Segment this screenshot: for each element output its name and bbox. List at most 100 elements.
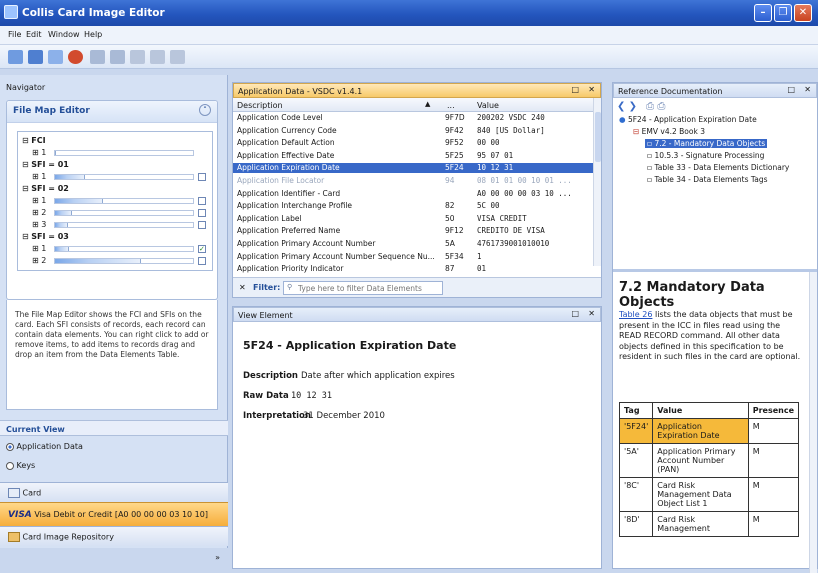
table-link[interactable]: Table 26: [619, 310, 652, 319]
table-row[interactable]: Application Label 50 VISA CREDIT: [233, 214, 595, 224]
table-row[interactable]: Application Default Action 9F52 00 00: [233, 138, 595, 148]
column-tag[interactable]: ...: [447, 101, 455, 110]
stop-icon[interactable]: [68, 50, 83, 64]
reference-tree-item[interactable]: ▫ 10.5.3 - Signature Processing: [645, 151, 766, 160]
table-row[interactable]: Application Preferred Name 9F12 CREDITO DE…: [233, 226, 595, 236]
tree-row[interactable]: ⊞ 1: [32, 196, 46, 205]
collapse-icon[interactable]: ˄: [199, 104, 211, 116]
radio-selected-icon[interactable]: [6, 442, 14, 451]
doc-scrollbar[interactable]: [809, 272, 817, 573]
minimize-button[interactable]: –: [754, 4, 772, 22]
reference-tree-item[interactable]: ▫ 7.2 - Mandatory Data Objects: [645, 139, 768, 148]
record-checkbox[interactable]: ✓: [198, 245, 206, 253]
tree-row[interactable]: ⊟ SFI = 01: [22, 160, 69, 169]
table-row[interactable]: Application Interchange Profile 82 5C 00: [233, 201, 595, 211]
reference-tree-label: Table 33 - Data Elements Dictionary: [654, 163, 790, 172]
section-label: Card: [22, 488, 42, 498]
sort-asc-icon[interactable]: ▲: [425, 100, 430, 108]
expand-icon[interactable]: ⊟: [22, 232, 31, 241]
reference-tree-item[interactable]: ▫ Table 33 - Data Elements Dictionary: [645, 163, 791, 172]
edit-icon[interactable]: [48, 50, 63, 64]
maximize-button[interactable]: ❐: [774, 4, 792, 22]
expand-icon[interactable]: ⊟: [22, 136, 31, 145]
table-row[interactable]: Application Effective Date 5F25 95 07 01: [233, 151, 595, 161]
expand-icon[interactable]: ⊟: [22, 160, 31, 169]
radio-unselected-icon[interactable]: [6, 461, 14, 470]
print-preview-icon[interactable]: ⎙: [657, 101, 665, 112]
table-row[interactable]: Application Code Level 9F7D 200202 VSDC 24…: [233, 113, 595, 123]
tree-row[interactable]: ⊞ 1: [32, 172, 46, 181]
close-pane-icon[interactable]: ✕: [588, 309, 595, 318]
scroll-thumb[interactable]: [595, 112, 601, 162]
close-button[interactable]: ✕: [794, 4, 812, 22]
back-icon[interactable]: ❮: [617, 101, 625, 112]
record-checkbox[interactable]: [198, 173, 206, 181]
record-checkbox[interactable]: [198, 221, 206, 229]
open-icon[interactable]: [8, 50, 23, 64]
record-checkbox[interactable]: [198, 197, 206, 205]
tree-row[interactable]: ⊟ SFI = 02: [22, 184, 69, 193]
cell-description: Application Identifier - Card: [237, 188, 341, 198]
column-value[interactable]: Value: [477, 101, 499, 110]
expand-icon[interactable]: ⊞: [32, 172, 41, 181]
record-checkbox[interactable]: [198, 257, 206, 265]
section-visa[interactable]: VISA Visa Debit or Credit [A0 00 00 00 0…: [0, 502, 228, 526]
expand-icon[interactable]: ⊞: [32, 244, 41, 253]
tree-row[interactable]: ⊞ 2: [32, 256, 46, 265]
tree-row[interactable]: ⊞ 1: [32, 244, 46, 253]
table-row[interactable]: Application Expiration Date 5F24 10 12 31: [233, 163, 595, 174]
cut-icon[interactable]: [130, 50, 145, 64]
current-view-title: Current View: [6, 425, 65, 434]
table-row[interactable]: Application Priority Indicator 87 01: [233, 264, 595, 274]
reference-tree-item[interactable]: ▫ Table 34 - Data Elements Tags: [645, 175, 770, 184]
tree-row[interactable]: ⊞ 1: [32, 148, 46, 157]
expand-icon[interactable]: ⊞: [32, 220, 41, 229]
paste-icon[interactable]: [170, 50, 185, 64]
maximize-pane-icon[interactable]: □: [571, 309, 579, 318]
undo-icon[interactable]: [90, 50, 105, 64]
expand-icon[interactable]: ⊞: [32, 208, 41, 217]
table-row[interactable]: Application Currency Code 9F42 840 [US Dol…: [233, 126, 595, 136]
column-description[interactable]: Description: [237, 101, 283, 110]
table-scrollbar[interactable]: [593, 98, 601, 266]
expand-icon[interactable]: ⊟: [22, 184, 31, 193]
filter-input[interactable]: [283, 281, 443, 295]
clear-filter-icon[interactable]: ✕: [239, 283, 246, 292]
reference-tree-item[interactable]: ⊟ EMV v4.2 Book 3: [631, 127, 707, 136]
redo-icon[interactable]: [110, 50, 125, 64]
close-pane-icon[interactable]: ✕: [804, 85, 811, 94]
copy-icon[interactable]: [150, 50, 165, 64]
menu-help[interactable]: Help: [84, 30, 102, 39]
section-card[interactable]: Card: [0, 482, 228, 502]
tree-row[interactable]: ⊞ 2: [32, 208, 46, 217]
table-row[interactable]: Application Primary Account Number Seque…: [233, 252, 595, 262]
radio-keys[interactable]: Keys: [0, 459, 228, 473]
close-pane-icon[interactable]: ✕: [588, 85, 595, 94]
maximize-pane-icon[interactable]: □: [787, 85, 795, 94]
table-row[interactable]: Application Identifier - Card A0 00 00 00…: [233, 189, 595, 199]
reference-tree-item[interactable]: ● 5F24 - Application Expiration Date: [617, 115, 759, 124]
radio-application-data[interactable]: Application Data: [0, 440, 228, 454]
expand-icon[interactable]: ⊞: [32, 196, 41, 205]
expand-icon[interactable]: ⊞: [32, 256, 41, 265]
table-row[interactable]: Application Primary Account Number 5A 4761…: [233, 239, 595, 249]
file-map-tree[interactable]: ⊟ FCI ⊞ 1 ⊟ SFI = 01 ⊞ 1 ⊟ SFI = 02 ⊞ 1 ⊞ 2 ⊞ 3…: [17, 131, 213, 271]
print-icon[interactable]: ⎙: [646, 101, 654, 112]
maximize-pane-icon[interactable]: □: [571, 85, 579, 94]
cell-value: 200202 VSDC 240: [477, 113, 545, 122]
cell-value: 95 07 01: [477, 150, 514, 160]
save-icon[interactable]: [28, 50, 43, 64]
tree-row[interactable]: ⊟ FCI: [22, 136, 46, 145]
expand-sections-icon[interactable]: »: [0, 548, 228, 569]
section-repository[interactable]: Card Image Repository: [0, 526, 228, 546]
menu-file[interactable]: File: [8, 30, 21, 39]
menu-edit[interactable]: Edit: [26, 30, 42, 39]
reference-title: Reference Documentation: [618, 87, 723, 96]
table-row[interactable]: Application File Locator 94 08 01 01 00 10…: [233, 176, 595, 186]
menu-window[interactable]: Window: [48, 30, 80, 39]
forward-icon[interactable]: ❯: [629, 101, 637, 112]
record-checkbox[interactable]: [198, 209, 206, 217]
tree-row[interactable]: ⊟ SFI = 03: [22, 232, 69, 241]
expand-icon[interactable]: ⊞: [32, 148, 41, 157]
tree-row[interactable]: ⊞ 3: [32, 220, 46, 229]
